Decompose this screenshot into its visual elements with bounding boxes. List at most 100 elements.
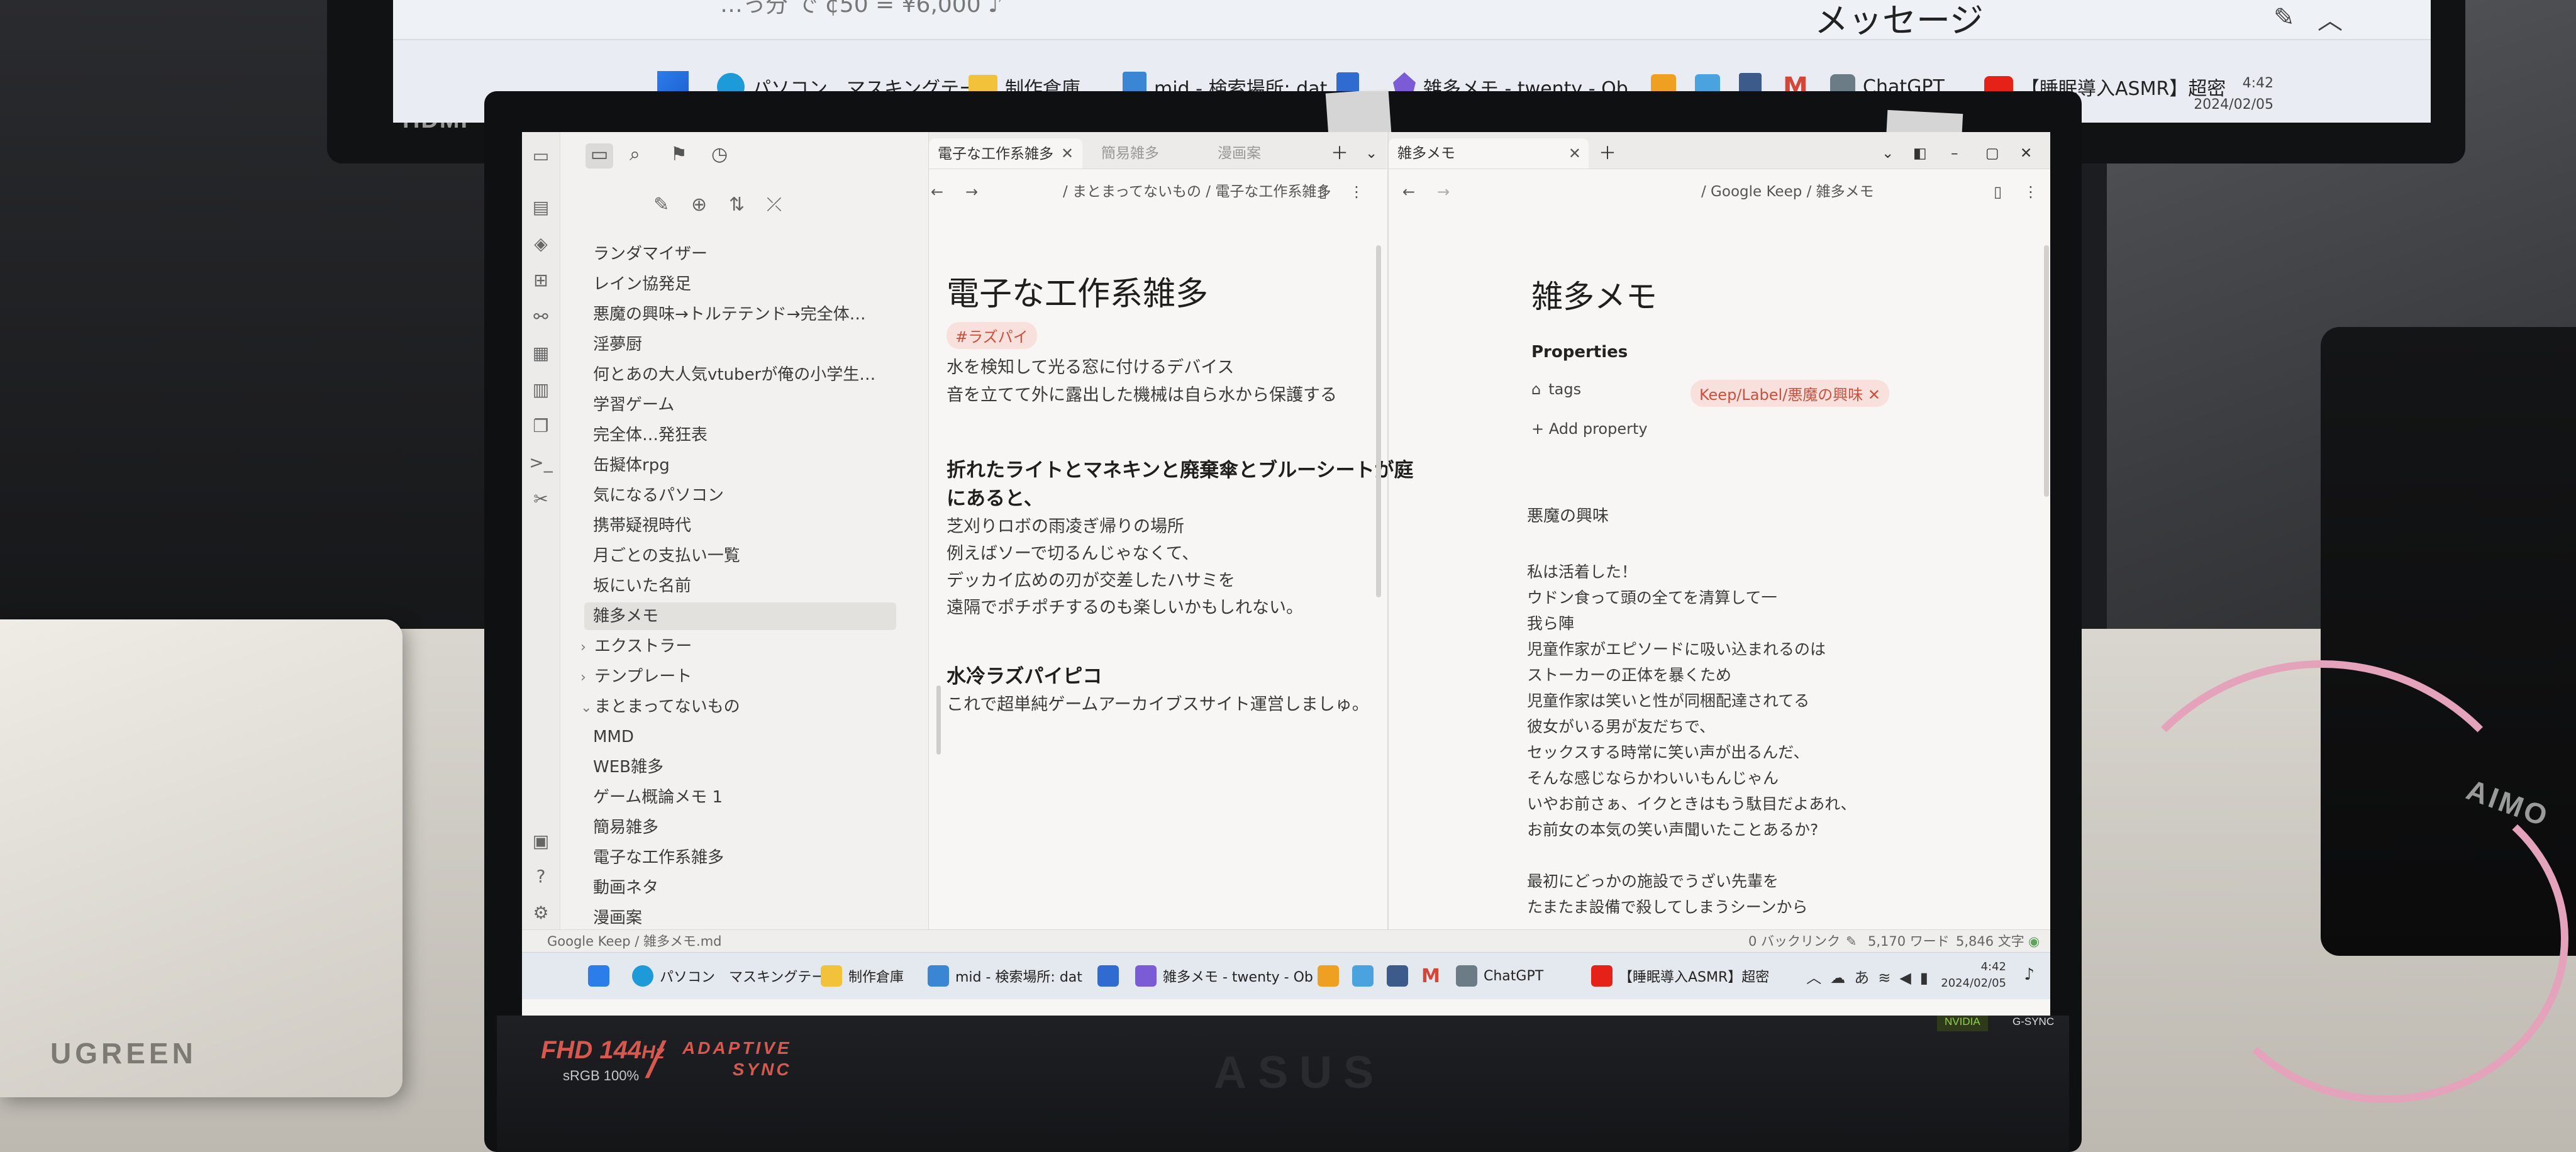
graph-icon[interactable]: ◈ — [528, 231, 553, 257]
remove-tag-icon[interactable]: ✕ — [1868, 386, 1880, 404]
folder-item[interactable]: ⌄ まとまってないもの — [572, 693, 896, 721]
add-property-button[interactable]: + Add property — [1531, 420, 1648, 438]
tools-icon[interactable]: ✂ — [528, 487, 553, 512]
sidebar-toggle-icon[interactable]: ▭ — [528, 143, 553, 169]
taskbar-item-calculator[interactable] — [1387, 961, 1408, 990]
file-item[interactable]: 月ごとの支払い一覧 — [584, 542, 896, 570]
battery-icon[interactable]: ▮ — [1920, 969, 1937, 987]
file-item[interactable]: ランダマイザー — [584, 240, 896, 268]
tab-active[interactable]: 雑多メモ ✕ — [1389, 138, 1589, 169]
taskbar-item-folder[interactable]: 制作倉庫 — [821, 961, 904, 990]
file-item[interactable]: 学習ゲーム — [584, 391, 896, 419]
external-clock[interactable]: 4:42 2024/02/05 — [2194, 73, 2273, 116]
new-folder-button[interactable]: ⊕ — [691, 194, 707, 216]
bookmark-icon[interactable]: ⚑ — [670, 143, 687, 169]
files-tab-icon[interactable]: ▭ — [586, 143, 613, 169]
back-arrow-icon[interactable]: ← — [931, 176, 943, 208]
calendar-icon[interactable]: ▥ — [528, 377, 553, 402]
right-pane-scrollbar[interactable] — [2044, 245, 2049, 497]
reading-view-icon[interactable]: ▯ — [1319, 176, 1327, 208]
file-item[interactable]: ゲーム概論メモ 1 — [584, 784, 896, 811]
chevron-down-icon[interactable]: ⌄ — [1873, 138, 1902, 169]
close-icon[interactable]: ✕ — [1061, 145, 1074, 162]
maximize-icon[interactable]: ▢ — [1977, 138, 2008, 169]
volume-icon[interactable]: ◀ — [1899, 969, 1919, 987]
file-item[interactable]: 動画ネタ — [584, 874, 896, 902]
file-item[interactable]: 完全体…発狂表 — [584, 421, 896, 449]
laptop-clock[interactable]: 4:42 2024/02/05 — [1941, 959, 2006, 992]
more-options-icon[interactable]: ⋮ — [2023, 176, 2038, 208]
tag-value-pill[interactable]: Keep/Label/悪魔の興味 ✕ — [1690, 380, 1889, 407]
ime-indicator[interactable]: あ — [1854, 969, 1878, 987]
left-pane-scrollbar[interactable] — [1376, 245, 1381, 597]
file-item[interactable]: 缶擬体rpg — [584, 451, 896, 479]
pane-divider[interactable] — [1387, 132, 1389, 950]
taskbar-item-chatgpt[interactable]: ChatGPT — [1456, 961, 1543, 990]
reading-view-icon[interactable]: ▯ — [1994, 176, 2002, 208]
forward-arrow-icon[interactable]: → — [965, 176, 978, 208]
taskbar-item-edge[interactable]: パソコン マスキングテープ — [632, 961, 838, 990]
taskbar-item-app-2[interactable] — [1352, 961, 1374, 990]
help-icon[interactable]: ? — [528, 864, 553, 889]
taskbar-item-app-1[interactable] — [1318, 961, 1339, 990]
folder-item[interactable]: › テンプレート — [572, 663, 896, 690]
collapse-all-button[interactable]: ⤫ — [767, 194, 782, 216]
file-item[interactable]: 淫夢厨 — [584, 331, 896, 358]
sort-button[interactable]: ⇅ — [729, 194, 745, 216]
cloud-icon[interactable]: ☁ — [1830, 969, 1854, 987]
minimize-icon[interactable]: – — [1942, 138, 1967, 169]
chevron-right-icon[interactable]: › — [580, 664, 594, 692]
settings-icon[interactable]: ⚙ — [528, 900, 553, 926]
file-item[interactable]: 簡易雑多 — [584, 814, 896, 841]
chevron-up-icon[interactable]: ︿ — [2318, 0, 2343, 35]
split-view-icon[interactable]: ◧ — [1904, 138, 1936, 169]
file-item[interactable]: WEB雑多 — [584, 753, 896, 781]
file-item[interactable]: 悪魔の興味→トルテテンド→完全体… — [584, 301, 896, 328]
folder-item[interactable]: › エクストラー — [572, 633, 896, 660]
grid-icon[interactable]: ▦ — [528, 341, 553, 366]
file-item[interactable]: 携帯疑視時代 — [584, 512, 896, 540]
new-note-icon[interactable]: ▤ — [528, 195, 553, 220]
tags-property-key[interactable]: ⌂ tags — [1531, 380, 1581, 398]
search-icon[interactable]: ⌕ — [630, 143, 640, 169]
taskbar-item-notepad[interactable] — [1097, 961, 1119, 990]
new-note-button[interactable]: ✎ — [653, 194, 669, 216]
file-item[interactable]: 気になるパソコン — [584, 482, 896, 509]
notification-bell-icon[interactable]: ♪ — [2024, 965, 2035, 984]
terminal-icon[interactable]: >_ — [528, 450, 553, 475]
new-tab-icon[interactable]: ＋ — [1590, 138, 1625, 169]
tab[interactable]: 簡易雑多 — [1092, 138, 1168, 169]
vault-icon[interactable]: ▣ — [528, 829, 553, 854]
taskbar-item-file[interactable]: mid - 検索場所: dat — [928, 961, 1082, 990]
backlinks-count[interactable]: 0 バックリンク — [1748, 930, 1840, 953]
window-close-icon[interactable]: ✕ — [2011, 138, 2041, 169]
file-item[interactable]: レイン協発足 — [584, 270, 896, 298]
taskbar-item-gmail[interactable]: M — [1421, 961, 1440, 990]
recent-icon[interactable]: ◷ — [711, 143, 728, 169]
file-item[interactable]: 坂にいた名前 — [584, 572, 896, 600]
breadcrumb[interactable]: / Google Keep / 雑多メモ — [1701, 176, 1874, 208]
chevron-down-icon[interactable]: ⌄ — [1357, 138, 1386, 169]
taskbar-item-obsidian[interactable]: 雑多メモ - twenty - Ob — [1135, 961, 1313, 990]
wifi-icon[interactable]: ≋ — [1878, 969, 1899, 987]
taskbar-item-youtube[interactable]: 【睡眠導入ASMR】超密 — [1591, 961, 1769, 990]
file-item[interactable]: 電子な工作系雑多 — [584, 844, 896, 872]
tag-pill[interactable]: #ラズパイ — [947, 322, 1037, 349]
link-icon[interactable]: ⚯ — [528, 304, 553, 330]
compose-icon[interactable]: ✎ — [2273, 3, 2299, 32]
canvas-icon[interactable]: ⊞ — [528, 268, 553, 293]
breadcrumb[interactable]: / まとまってないもの / 電子な工作系雑多 — [1063, 176, 1331, 208]
new-tab-icon[interactable]: ＋ — [1322, 138, 1357, 169]
file-item[interactable]: 雑多メモ — [584, 602, 896, 630]
file-item[interactable]: 何とあの大人気vtuberが俺の小学生… — [584, 361, 896, 389]
tab[interactable]: 漫画案 — [1209, 138, 1270, 169]
sidebar-scrollbar[interactable] — [936, 685, 941, 755]
back-arrow-icon[interactable]: ← — [1402, 176, 1415, 208]
file-item[interactable]: 漫画案 — [584, 904, 896, 932]
more-options-icon[interactable]: ⋮ — [1349, 176, 1364, 208]
chevron-right-icon[interactable]: › — [580, 634, 594, 662]
chevron-down-icon[interactable]: ⌄ — [580, 694, 594, 722]
close-icon[interactable]: ✕ — [1568, 138, 1581, 169]
tab-active[interactable]: 電子な工作系雑多 ✕ — [929, 138, 1083, 169]
chevron-up-icon[interactable]: ︿ — [1806, 969, 1830, 987]
